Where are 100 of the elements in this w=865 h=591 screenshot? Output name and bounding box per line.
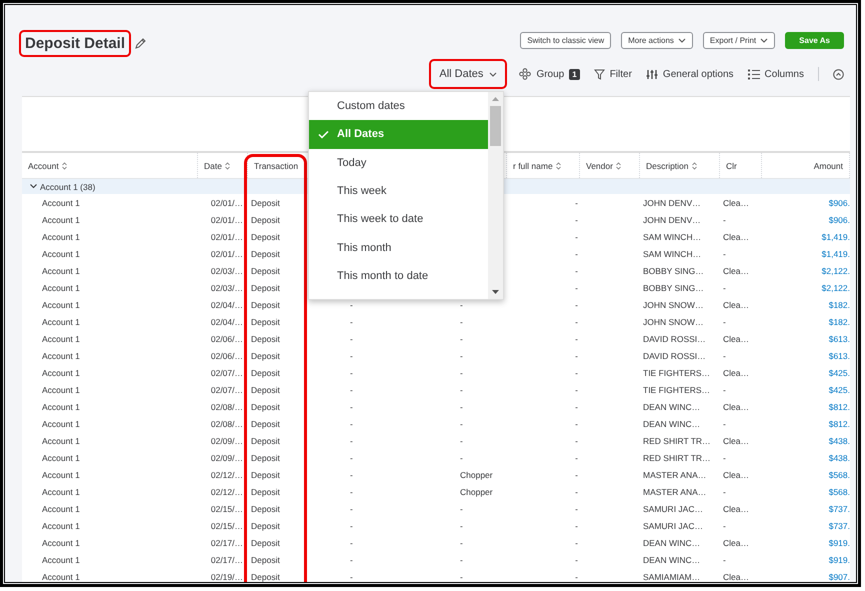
table-cell: 02/01/… bbox=[210, 198, 243, 208]
group-toggle[interactable]: Account 1 (38) bbox=[30, 182, 96, 192]
amount-link[interactable]: $906. bbox=[828, 198, 850, 208]
table-cell: SAM WINCH… bbox=[643, 232, 702, 242]
table-cell: - bbox=[350, 520, 353, 530]
table-cell: RED SHIRT TR… bbox=[643, 452, 711, 462]
table-cell: Deposit bbox=[251, 350, 280, 360]
table-cell: Deposit bbox=[251, 572, 280, 582]
table-cell: 02/08/… bbox=[210, 418, 243, 428]
table-cell: Account 1 bbox=[42, 572, 80, 582]
table-cell: - bbox=[723, 418, 726, 428]
table-cell: - bbox=[723, 452, 726, 462]
menu-item[interactable]: This week bbox=[309, 176, 488, 206]
amount-link[interactable]: $182. bbox=[828, 300, 850, 310]
table-cell: Account 1 bbox=[42, 350, 80, 360]
amount-link[interactable]: $919. bbox=[828, 538, 850, 548]
menu-button[interactable]: Export / Print bbox=[702, 32, 776, 49]
column-header[interactable]: r full name bbox=[507, 153, 580, 178]
table-cell: RED SHIRT TR… bbox=[643, 436, 711, 446]
table-cell: 02/04/… bbox=[210, 316, 243, 326]
table-cell: Account 1 bbox=[42, 470, 80, 480]
column-header[interactable]: Description bbox=[640, 153, 720, 178]
amount-link[interactable]: $737. bbox=[828, 504, 850, 514]
group-button[interactable]: Group 1 bbox=[519, 68, 580, 80]
column-header[interactable]: Amount bbox=[762, 153, 850, 178]
table-cell: - bbox=[575, 436, 578, 446]
sort-icon bbox=[616, 162, 621, 170]
amount-link[interactable]: $2,122. bbox=[822, 266, 850, 276]
menu-item[interactable]: All Dates bbox=[309, 120, 488, 149]
amount-link[interactable]: $2,122. bbox=[822, 282, 850, 292]
table-cell: Deposit bbox=[251, 538, 280, 548]
column-header[interactable]: Account bbox=[22, 153, 198, 178]
amount-link[interactable]: $182. bbox=[828, 316, 850, 326]
table-cell: - bbox=[460, 384, 463, 394]
options-button[interactable]: General options bbox=[646, 68, 734, 80]
amount-link[interactable]: $613. bbox=[828, 334, 850, 344]
table-cell: - bbox=[350, 316, 353, 326]
table-cell: - bbox=[575, 350, 578, 360]
table-cell: 02/01/… bbox=[210, 248, 243, 258]
table-cell: - bbox=[575, 538, 578, 548]
table-cell: - bbox=[723, 282, 726, 292]
filter-button[interactable]: Filter bbox=[594, 68, 632, 80]
amount-link[interactable]: $812. bbox=[828, 402, 850, 412]
scroll-up-icon bbox=[492, 97, 499, 101]
scroll-thumb[interactable] bbox=[490, 106, 501, 146]
table-cell: - bbox=[350, 368, 353, 378]
table-cell: - bbox=[575, 248, 578, 258]
table-cell: - bbox=[460, 520, 463, 530]
table-cell: - bbox=[575, 470, 578, 480]
amount-link[interactable]: $907. bbox=[828, 572, 850, 582]
table-cell: Deposit bbox=[251, 504, 280, 514]
amount-link[interactable]: $568. bbox=[828, 486, 850, 496]
amount-link[interactable]: $438. bbox=[828, 436, 850, 446]
table-cell: SAMURI JAC… bbox=[643, 520, 703, 530]
column-header[interactable]: Date bbox=[198, 153, 248, 178]
amount-link[interactable]: $613. bbox=[828, 350, 850, 360]
menu-button[interactable]: More actions bbox=[621, 32, 693, 49]
sort-icon bbox=[62, 162, 67, 170]
caret-icon bbox=[760, 38, 768, 43]
table-cell: 02/06/… bbox=[210, 350, 243, 360]
amount-link[interactable]: $425. bbox=[828, 368, 850, 378]
amount-link[interactable]: $1,419. bbox=[822, 232, 850, 242]
amount-link[interactable]: $812. bbox=[828, 418, 850, 428]
table-cell: Account 1 bbox=[42, 214, 80, 224]
column-header[interactable]: Vendor bbox=[580, 153, 640, 178]
table-cell: Deposit bbox=[251, 232, 280, 242]
menu-item[interactable]: Custom dates bbox=[309, 92, 488, 120]
amount-link[interactable]: $737. bbox=[828, 520, 850, 530]
table-cell: Account 1 bbox=[42, 436, 80, 446]
date-filter-dropdown[interactable]: All Dates bbox=[429, 59, 508, 89]
table-cell: Clea… bbox=[723, 266, 749, 276]
table-cell: - bbox=[723, 486, 726, 496]
amount-link[interactable]: $906. bbox=[828, 214, 850, 224]
amount-link[interactable]: $425. bbox=[828, 384, 850, 394]
amount-link[interactable]: $1,419. bbox=[822, 248, 850, 258]
table-cell: SAMURI JAC… bbox=[643, 504, 703, 514]
sort-icon bbox=[556, 162, 561, 170]
columns-button[interactable]: Columns bbox=[748, 68, 804, 80]
menu-item[interactable]: This week to date bbox=[309, 205, 488, 234]
menu-item[interactable]: This month to date bbox=[309, 262, 488, 290]
collapse-button[interactable] bbox=[833, 68, 844, 80]
table-cell: - bbox=[723, 214, 726, 224]
column-header[interactable]: Clr bbox=[720, 153, 762, 178]
table-cell: Deposit bbox=[251, 402, 280, 412]
table-cell: 02/12/… bbox=[210, 470, 243, 480]
table-cell: - bbox=[350, 402, 353, 412]
amount-link[interactable]: $919. bbox=[828, 554, 850, 564]
table-cell: - bbox=[575, 232, 578, 242]
menu-item[interactable]: This month bbox=[309, 233, 488, 262]
table-cell: MASTER ANA… bbox=[643, 470, 706, 480]
table-cell: BOBBY SING… bbox=[643, 282, 704, 292]
amount-link[interactable]: $438. bbox=[828, 452, 850, 462]
report-title: Deposit Detail bbox=[19, 30, 132, 57]
caret-icon bbox=[678, 38, 686, 43]
classic-view-button[interactable]: Switch to classic view bbox=[520, 32, 612, 49]
table-cell: - bbox=[350, 350, 353, 360]
pencil-icon[interactable] bbox=[134, 37, 148, 50]
scrollbar[interactable] bbox=[488, 92, 503, 299]
amount-link[interactable]: $568. bbox=[828, 470, 850, 480]
save-button[interactable]: Save As bbox=[785, 32, 844, 49]
